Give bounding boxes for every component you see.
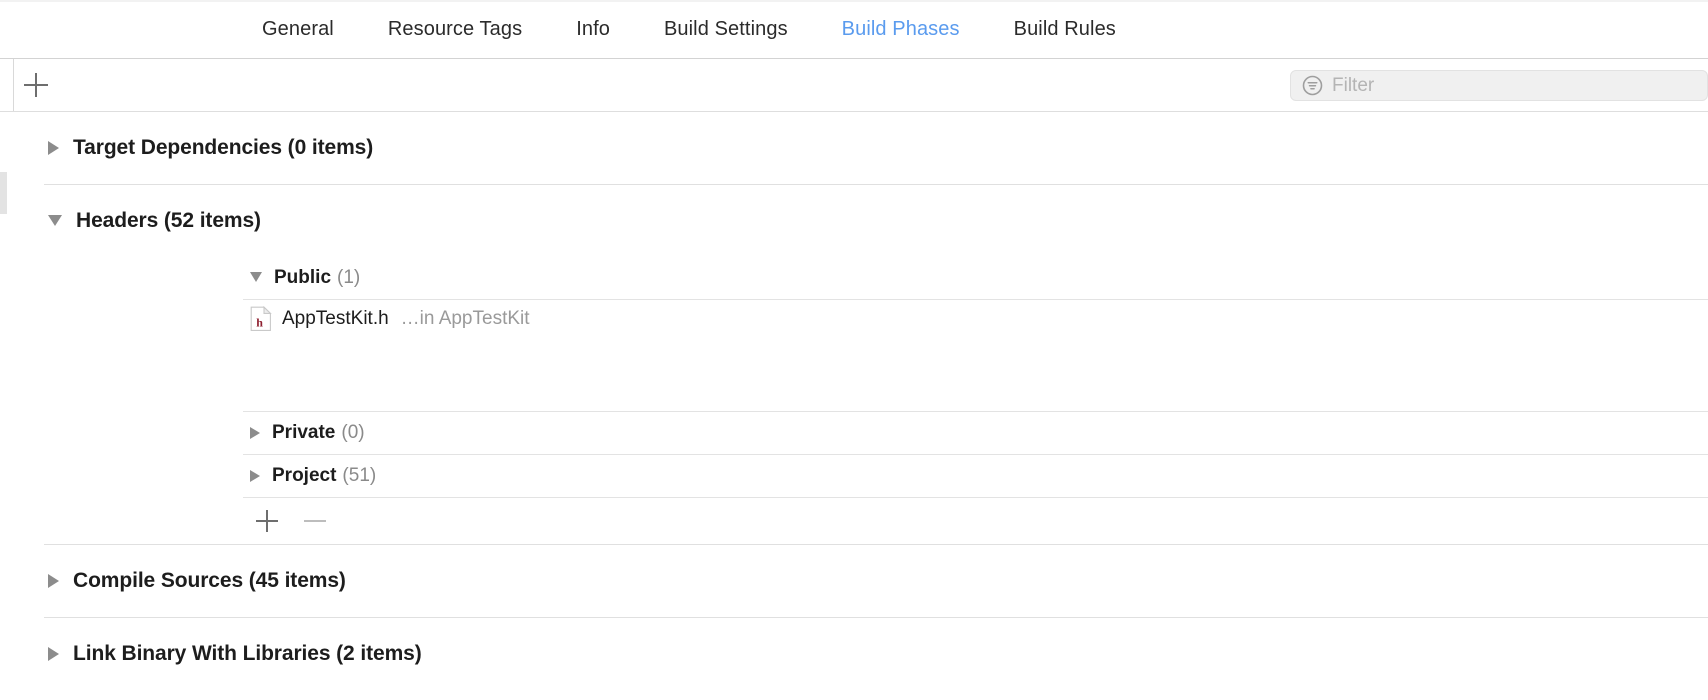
svg-text:h: h [256, 316, 263, 330]
tab-build-rules[interactable]: Build Rules [1014, 17, 1116, 41]
subsection-header-private[interactable]: Private (0) [0, 412, 1708, 454]
filter-input[interactable]: Filter [1290, 70, 1708, 101]
add-header-file-button[interactable] [252, 506, 282, 536]
subsection-name: Private [272, 422, 336, 443]
tab-info[interactable]: Info [576, 17, 610, 41]
editor-tab-bar: General Resource Tags Info Build Setting… [0, 0, 1708, 59]
disclosure-triangle-right-icon[interactable] [48, 647, 59, 661]
filter-circle-icon [1302, 75, 1323, 96]
build-phases-editor: General Resource Tags Info Build Setting… [0, 0, 1708, 700]
remove-header-file-button[interactable] [300, 506, 330, 536]
phase-title: Link Binary With Libraries (2 items) [73, 642, 422, 665]
headers-add-remove-bar [0, 498, 1708, 544]
tab-general[interactable]: General [262, 17, 334, 41]
minus-icon [304, 520, 326, 522]
add-build-phase-button[interactable] [20, 69, 52, 101]
list-item[interactable]: h AppTestKit.h …in AppTestKit [0, 300, 1708, 338]
plus-icon [256, 510, 278, 532]
subsection-count: (0) [341, 422, 365, 443]
file-name: AppTestKit.h [282, 308, 389, 329]
phase-header-compile-sources[interactable]: Compile Sources (45 items) [0, 545, 1708, 617]
phase-compile-sources: Compile Sources (45 items) [0, 545, 1708, 618]
tab-build-settings[interactable]: Build Settings [664, 17, 788, 41]
phase-header-headers[interactable]: Headers (52 items) [0, 185, 1708, 257]
phase-title: Target Dependencies (0 items) [73, 136, 374, 159]
subsection-name: Project [272, 465, 337, 486]
disclosure-triangle-right-icon[interactable] [250, 427, 260, 439]
toolbar-left-divider [13, 59, 14, 111]
plus-icon [24, 73, 48, 97]
phase-title: Headers (52 items) [76, 209, 261, 232]
filter-field-wrapper[interactable]: Filter [1290, 70, 1708, 101]
subsection-header-public[interactable]: Public (1) [0, 257, 1708, 299]
subsection-name: Public [274, 267, 332, 288]
subsection-header-project[interactable]: Project (51) [0, 455, 1708, 497]
subsection-count: (1) [337, 267, 361, 288]
disclosure-triangle-right-icon[interactable] [250, 470, 260, 482]
phase-title: Compile Sources (45 items) [73, 569, 346, 592]
header-file-icon: h [250, 305, 272, 332]
empty-drop-area[interactable] [0, 338, 1708, 411]
disclosure-triangle-down-icon[interactable] [48, 214, 62, 226]
tab-resource-tags[interactable]: Resource Tags [388, 17, 522, 41]
disclosure-triangle-down-icon[interactable] [250, 272, 262, 282]
phase-header-link-binary-with-libraries[interactable]: Link Binary With Libraries (2 items) [0, 618, 1708, 690]
filter-placeholder-text: Filter [1332, 74, 1375, 96]
phase-target-dependencies: Target Dependencies (0 items) [0, 112, 1708, 185]
phase-headers: Headers (52 items) Public (1) h AppTestK… [0, 185, 1708, 545]
build-phases-list[interactable]: Target Dependencies (0 items) Headers (5… [0, 112, 1708, 700]
disclosure-triangle-right-icon[interactable] [48, 574, 59, 588]
build-phases-toolbar: Filter [0, 59, 1708, 112]
phase-header-target-dependencies[interactable]: Target Dependencies (0 items) [0, 112, 1708, 184]
disclosure-triangle-right-icon[interactable] [48, 141, 59, 155]
file-location: …in AppTestKit [400, 308, 530, 329]
phase-link-binary-with-libraries: Link Binary With Libraries (2 items) [0, 618, 1708, 690]
tab-build-phases[interactable]: Build Phases [842, 17, 960, 41]
subsection-count: (51) [342, 465, 377, 486]
